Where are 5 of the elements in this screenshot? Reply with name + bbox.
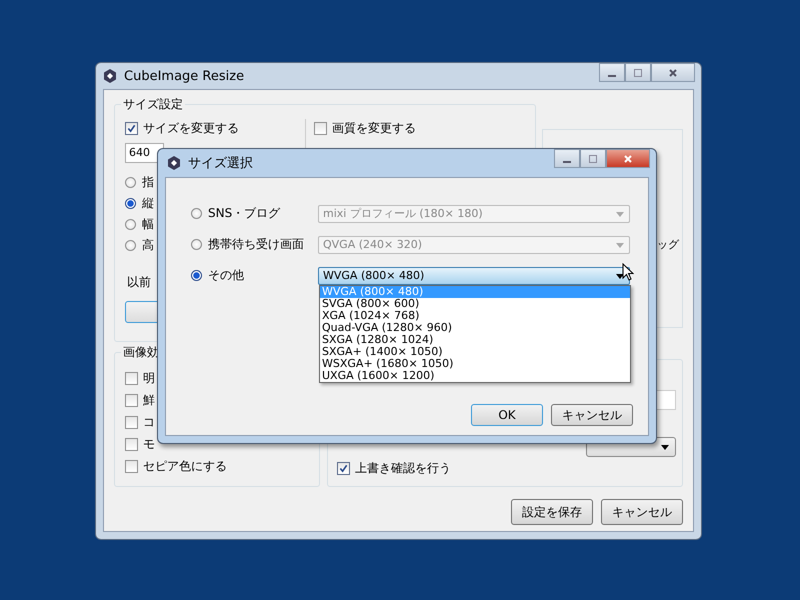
window-title: CubeImage Resize [124,68,244,84]
previous-label: 以前 [126,274,151,291]
side-text: ッグ [657,237,679,252]
group-label: サイズ設定 [121,96,185,113]
dialog-title: サイズ選択 [188,155,253,172]
